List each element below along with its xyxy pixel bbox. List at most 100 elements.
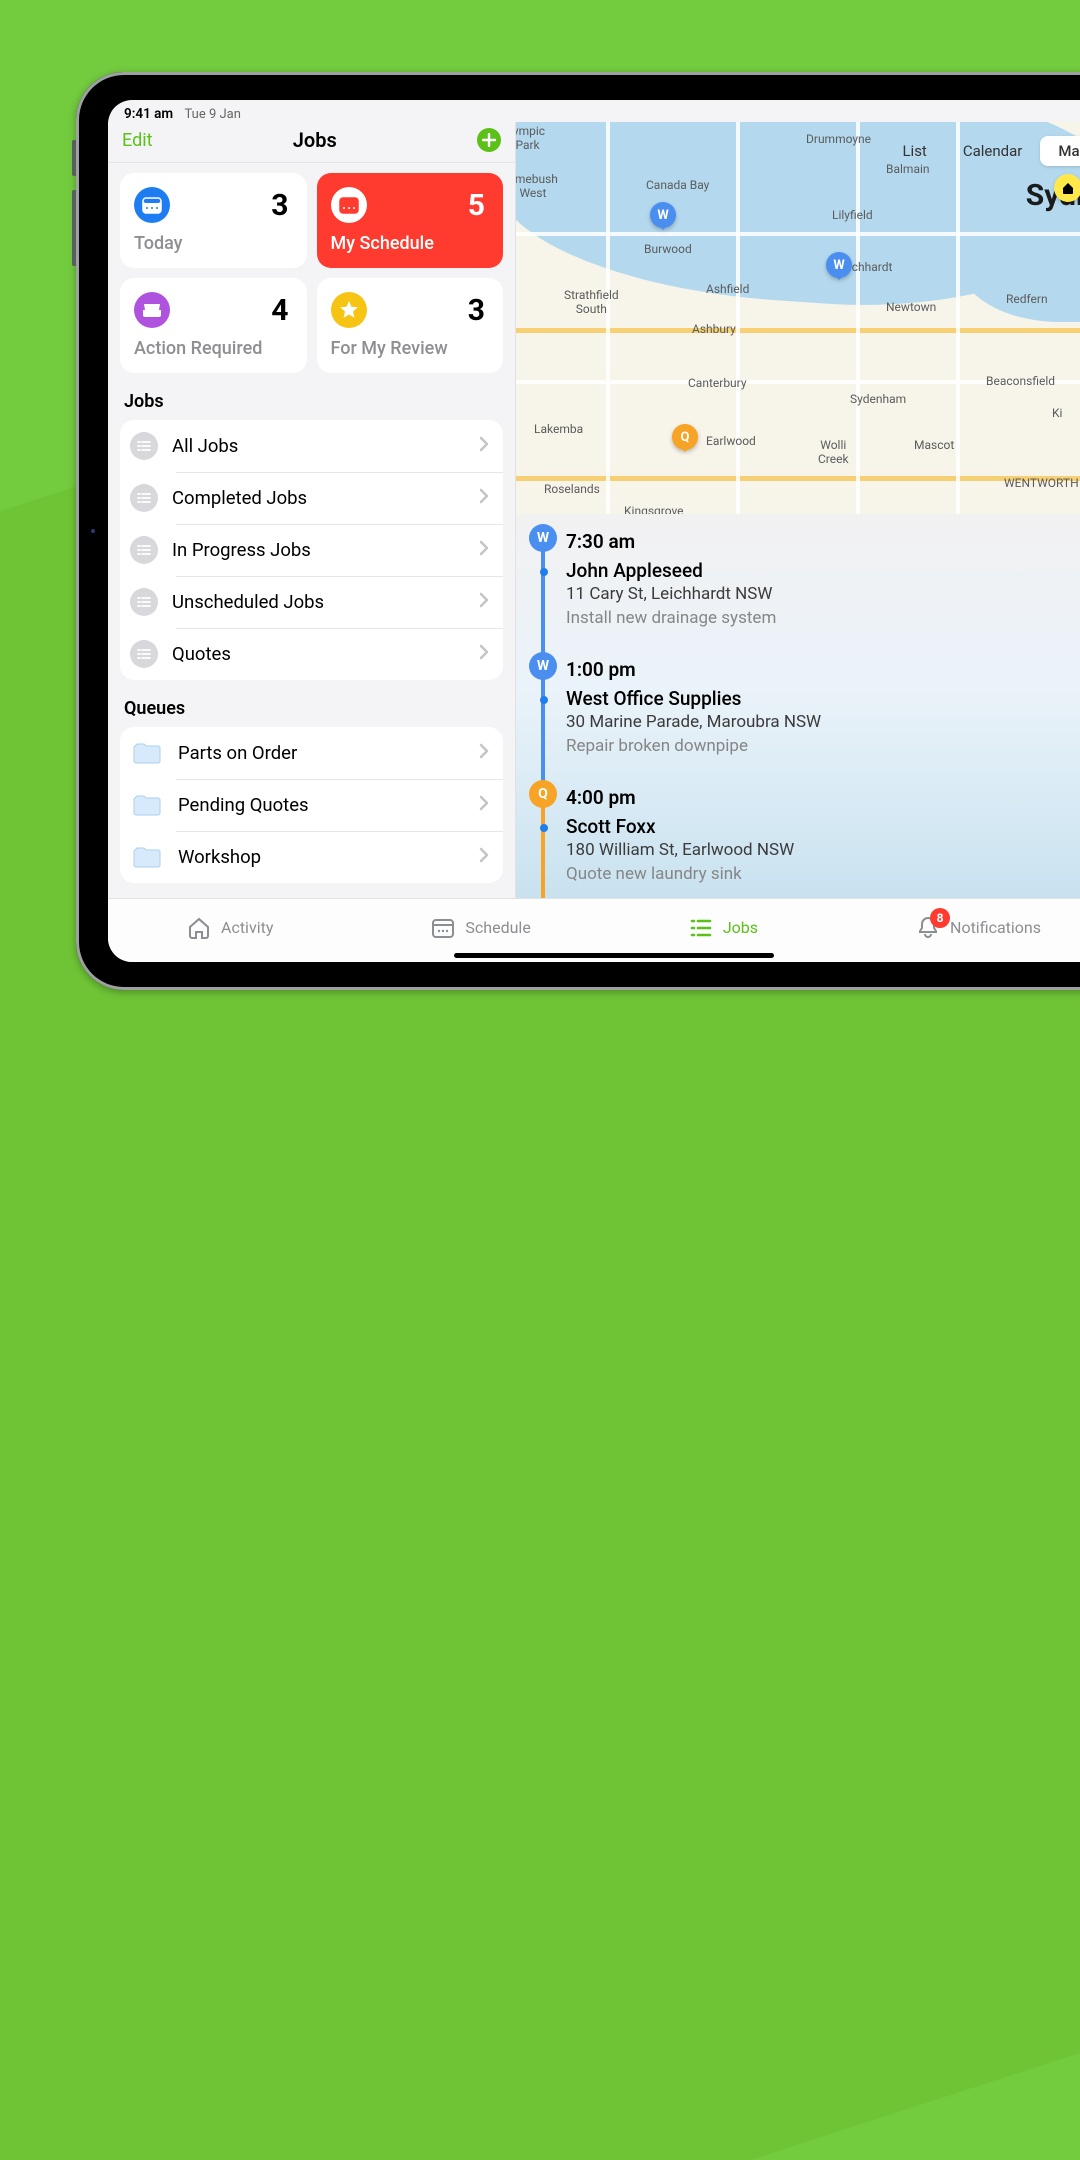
sidebar-title: Jobs [293, 128, 337, 152]
agenda-badge: Q [529, 780, 557, 808]
list-item[interactable]: All Jobs [120, 420, 503, 472]
agenda-desc: Repair broken downpipe [566, 736, 1080, 756]
chevron-right-icon [479, 847, 489, 867]
home-icon [187, 916, 211, 940]
list-label: All Jobs [172, 435, 479, 457]
edit-button[interactable]: Edit [122, 130, 152, 151]
home-indicator [454, 953, 774, 958]
map-place-label: WENTWORTH [1004, 476, 1079, 490]
status-dot [540, 824, 548, 832]
tab-bar: Activity Schedule Jobs 8 Notifications [108, 898, 1080, 962]
card-label: My Schedule [331, 233, 486, 254]
chevron-right-icon [479, 436, 489, 456]
queues-list: Parts on Order Pending Quotes Workshop [120, 727, 503, 883]
tab-notifications[interactable]: 8 Notifications [916, 916, 1041, 940]
tab-schedule[interactable]: Schedule [431, 916, 530, 940]
card-label: Today [134, 233, 289, 254]
sidebar-header: Edit Jobs [108, 122, 515, 163]
sidebar-scroll[interactable]: 3 Today 5 My Schedule 4 Action Required [108, 163, 515, 898]
list-label: In Progress Jobs [172, 539, 479, 561]
tab-label: Jobs [723, 918, 758, 937]
map-place-label: Drummoyne [806, 132, 871, 146]
home-pin[interactable] [1054, 174, 1080, 202]
seg-map[interactable]: Map [1040, 136, 1080, 166]
map-place-label: Lakemba [534, 422, 583, 436]
list-item[interactable]: Pending Quotes [120, 779, 503, 831]
map-place-label: Burwood [644, 242, 692, 256]
map-place-label: Sydenham [850, 392, 906, 406]
status-time: 9:41 am [124, 106, 173, 122]
map-pin[interactable]: W [826, 252, 852, 278]
map-place-label: Newtown [886, 300, 936, 314]
list-label: Completed Jobs [172, 487, 479, 509]
agenda-badge: W [529, 524, 557, 552]
agenda[interactable]: 7:30 amJohn Appleseed11 Cary St, Leichha… [516, 514, 1080, 898]
list-label: Parts on Order [178, 742, 479, 764]
map-place-label: Ashfield [706, 282, 749, 296]
agenda-item[interactable]: 1:00 pmWest Office Supplies30 Marine Par… [564, 652, 1080, 780]
agenda-badge: W [529, 652, 557, 680]
card-today[interactable]: 3 Today [120, 173, 307, 268]
map-place-label: Ashbury [692, 322, 736, 336]
list-item[interactable]: Completed Jobs [120, 472, 503, 524]
agenda-desc: Install new drainage system [566, 608, 1080, 628]
map-place-label: Ki [1052, 406, 1062, 420]
card-label: Action Required [134, 338, 289, 359]
list-item[interactable]: Parts on Order [120, 727, 503, 779]
map-place-label: Canada Bay [646, 178, 709, 192]
camera-dot [91, 529, 95, 533]
chevron-right-icon [479, 644, 489, 664]
tab-jobs[interactable]: Jobs [689, 916, 758, 940]
agenda-item[interactable]: 7:30 amJohn Appleseed11 Cary St, Leichha… [564, 524, 1080, 652]
card-for-my-review[interactable]: 3 For My Review [317, 278, 504, 373]
map-view[interactable]: lympic ParkDrummoyneBalmainCanada Bayome… [516, 122, 1080, 514]
jobs-list: All Jobs Completed Jobs In Progress Jobs… [120, 420, 503, 680]
section-jobs-title: Jobs [124, 391, 499, 412]
agenda-time: 4:00 pm [566, 786, 1080, 809]
map-place-label: Roselands [544, 482, 600, 496]
list-item[interactable]: Workshop [120, 831, 503, 883]
agenda-address: 11 Cary St, Leichhardt NSW [566, 584, 1080, 604]
folder-icon [130, 739, 164, 767]
map-place-label: Kingsgrove [624, 504, 684, 514]
chevron-right-icon [479, 540, 489, 560]
seg-calendar[interactable]: Calendar [945, 136, 1041, 166]
card-count: 3 [377, 293, 486, 328]
agenda-name: Scott Foxx [566, 815, 1080, 838]
card-my-schedule[interactable]: 5 My Schedule [317, 173, 504, 268]
notification-badge: 8 [930, 908, 950, 928]
list-item[interactable]: In Progress Jobs [120, 524, 503, 576]
home-icon [1061, 181, 1075, 195]
sidebar: Edit Jobs 3 Today 5 My Sched [108, 122, 516, 898]
add-button[interactable] [477, 128, 501, 152]
map-place-label: Earlwood [706, 434, 756, 448]
tab-label: Notifications [950, 918, 1041, 937]
chevron-right-icon [479, 795, 489, 815]
agenda-address: 30 Marine Parade, Maroubra NSW [566, 712, 1080, 732]
tab-activity[interactable]: Activity [187, 916, 273, 940]
tab-label: Schedule [465, 918, 530, 937]
list-item[interactable]: Quotes [120, 628, 503, 680]
list-label: Pending Quotes [178, 794, 479, 816]
map-pin[interactable]: Q [672, 424, 698, 450]
plus-icon [482, 133, 496, 147]
agenda-name: West Office Supplies [566, 687, 1080, 710]
view-segmented: List Calendar Map [884, 136, 1080, 166]
tab-label: Activity [221, 918, 273, 937]
tablet-frame: 9:41 am Tue 9 Jan Edit Jobs 3 Today [76, 72, 1080, 990]
seg-list[interactable]: List [884, 136, 944, 166]
screen: 9:41 am Tue 9 Jan Edit Jobs 3 Today [108, 100, 1080, 962]
card-label: For My Review [331, 338, 486, 359]
chevron-right-icon [479, 592, 489, 612]
list-icon [130, 640, 158, 668]
cards-grid: 3 Today 5 My Schedule 4 Action Required [120, 173, 503, 373]
list-item[interactable]: Unscheduled Jobs [120, 576, 503, 628]
agenda-item[interactable]: 4:00 pmScott Foxx180 William St, Earlwoo… [564, 780, 1080, 898]
map-place-label: lympic Park [516, 124, 545, 152]
card-action-required[interactable]: 4 Action Required [120, 278, 307, 373]
status-date: Tue 9 Jan [185, 107, 241, 122]
chevron-right-icon [479, 488, 489, 508]
map-pin[interactable]: W [650, 202, 676, 228]
calendar-icon [331, 187, 367, 223]
map-place-label: Mascot [914, 438, 954, 452]
